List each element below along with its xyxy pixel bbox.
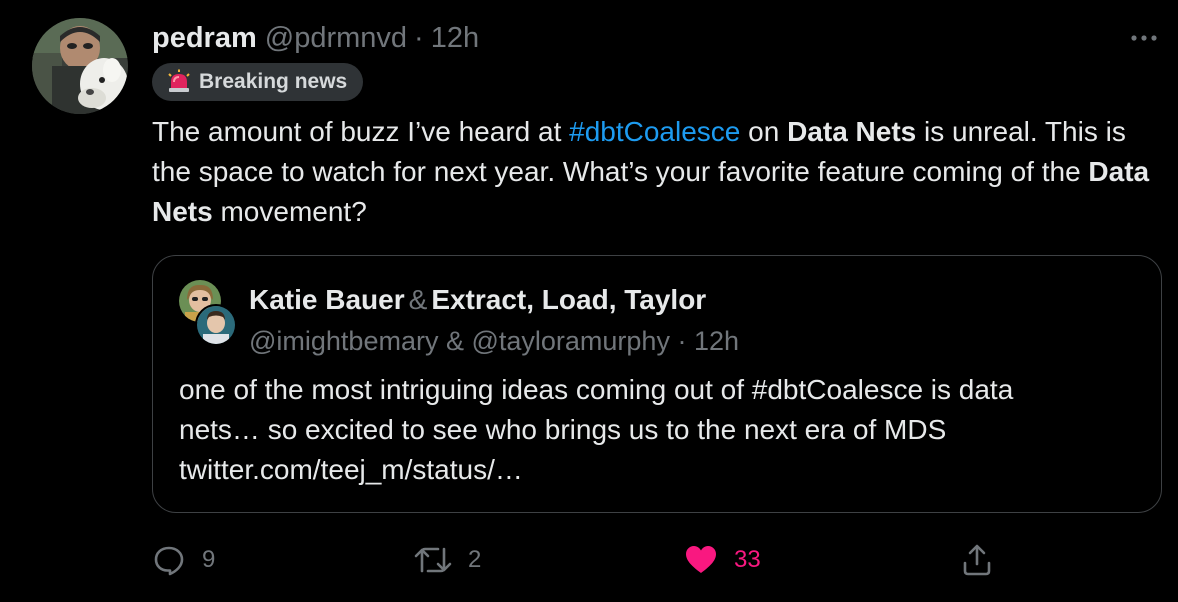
quoted-text-line: one of the most intriguing ideas coming …: [179, 374, 1014, 405]
quoted-text-line: nets… so excited to see who brings us to…: [179, 414, 947, 445]
reply-button[interactable]: 9: [152, 538, 215, 582]
author-display-name[interactable]: pedram: [152, 22, 257, 55]
hashtag-link[interactable]: #dbtCoalesce: [569, 116, 740, 147]
siren-icon: [168, 69, 190, 92]
quoted-timestamp: 12h: [693, 326, 740, 356]
share-button[interactable]: [960, 538, 994, 582]
bold-text: Data Nets: [787, 116, 917, 147]
tweet-text-part: movement?: [212, 196, 367, 227]
quoted-avatars: [179, 280, 237, 346]
quoted-tweet-card[interactable]: Katie Bauer & Extract, Load, Taylor @imigh…: [152, 255, 1162, 513]
quoted-coauthor-name: Extract, Load, Taylor: [431, 284, 707, 315]
tweet-text-part: on: [740, 116, 788, 147]
author-handle[interactable]: @pdrmnvd: [265, 22, 407, 55]
authors-separator: &: [408, 284, 428, 315]
author-avatar[interactable]: [32, 18, 128, 114]
tweet-timestamp[interactable]: 12h: [431, 22, 479, 55]
retweet-icon: [414, 547, 452, 573]
quoted-handles: @imightbemary & @tayloramurphy · 12h: [249, 326, 739, 357]
badge-label: Breaking news: [199, 70, 348, 93]
quoted-authors[interactable]: Katie Bauer & Extract, Load, Taylor: [249, 284, 706, 316]
quoted-tweet-text: one of the most intriguing ideas coming …: [179, 370, 1139, 490]
tweet-header: pedram @pdrmnvd · 12h: [152, 22, 479, 58]
retweet-button[interactable]: 2: [414, 538, 481, 582]
like-count: 33: [734, 546, 761, 573]
like-button[interactable]: 33: [684, 538, 761, 582]
heart-icon: [686, 546, 716, 573]
breaking-news-badge[interactable]: Breaking news: [152, 63, 364, 101]
more-icon: [1131, 35, 1157, 41]
share-icon: [963, 544, 991, 576]
retweet-count: 2: [468, 546, 482, 573]
quoted-link[interactable]: twitter.com/teej_m/status/…: [179, 450, 1139, 490]
header-separator: ·: [414, 22, 424, 54]
tweet-actions: 9 2 33: [152, 538, 1012, 582]
quoted-coauthor-avatar[interactable]: [195, 304, 237, 346]
reply-count: 9: [202, 546, 216, 573]
quoted-author-name: Katie Bauer: [249, 284, 405, 315]
reply-icon: [154, 546, 184, 576]
more-options-button[interactable]: [1128, 26, 1160, 50]
quoted-separator: ·: [677, 326, 687, 356]
quoted-handles-text: @imightbemary & @tayloramurphy: [249, 326, 670, 356]
tweet-text-part: The amount of buzz I’ve heard at: [152, 116, 570, 147]
tweet-text: The amount of buzz I’ve heard at #dbtCoa…: [152, 112, 1152, 232]
tweet[interactable]: pedram @pdrmnvd · 12h Breaking news The …: [0, 0, 1178, 602]
